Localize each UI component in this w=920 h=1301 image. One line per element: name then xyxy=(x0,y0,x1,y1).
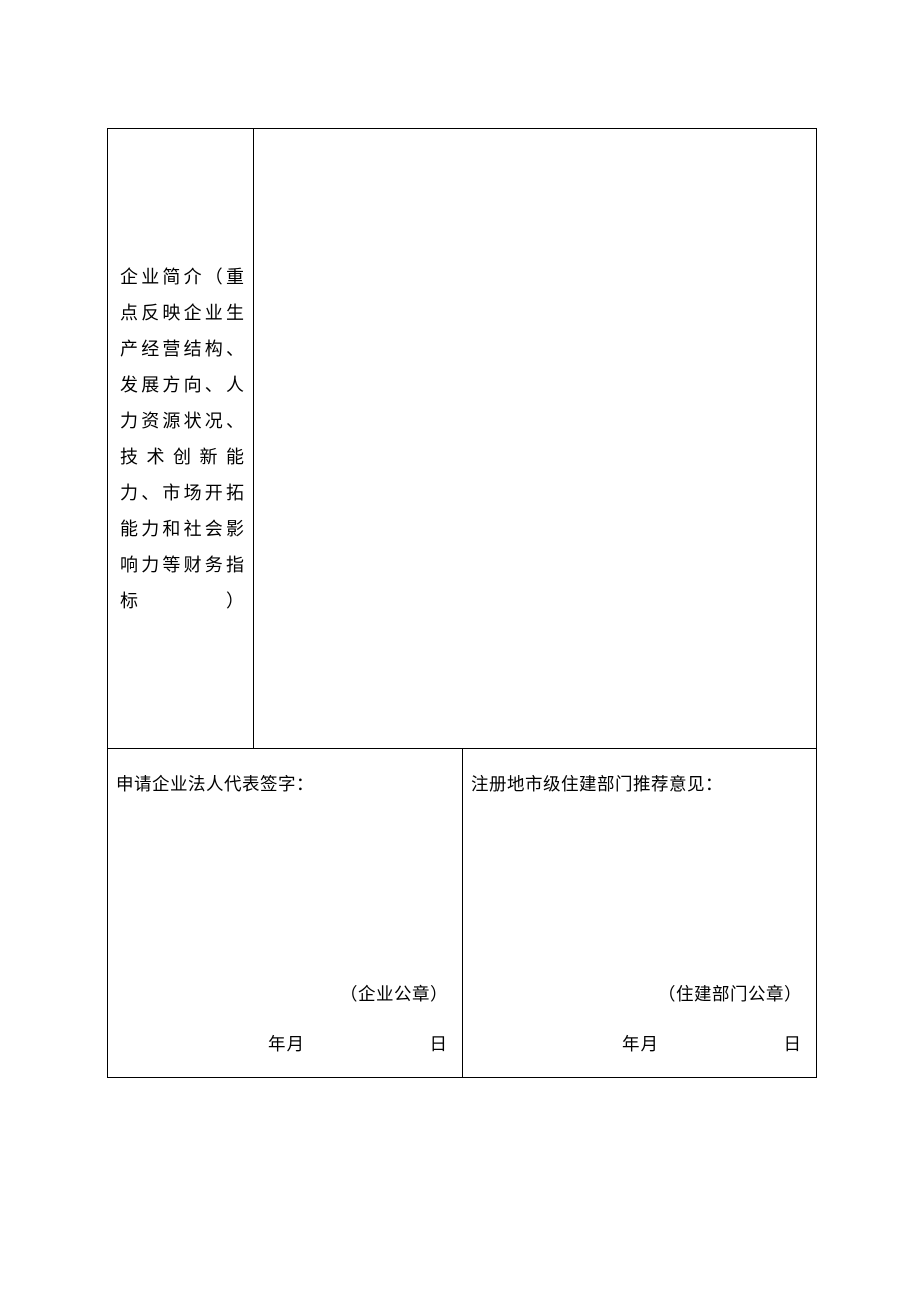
intro-label-text: 企业简介（重点反映企业生产经营结构、发展方向、人力资源状况、技术创新能力、市场开… xyxy=(120,259,245,619)
left-date-line: 年月 日 xyxy=(268,1031,448,1056)
left-date-ym: 年月 xyxy=(268,1031,305,1056)
intro-content-cell xyxy=(254,129,816,748)
left-seal-label: （企业公章） xyxy=(340,981,448,1006)
right-signature-title: 注册地市级住建部门推荐意见： xyxy=(471,771,723,796)
left-date-d: 日 xyxy=(430,1031,449,1056)
intro-label-cell: 企业简介（重点反映企业生产经营结构、发展方向、人力资源状况、技术创新能力、市场开… xyxy=(108,129,254,748)
intro-row: 企业简介（重点反映企业生产经营结构、发展方向、人力资源状况、技术创新能力、市场开… xyxy=(108,129,816,749)
right-date-ym: 年月 xyxy=(622,1031,659,1056)
signatures-row: 申请企业法人代表签字： （企业公章） 年月 日 注册地市级住建部门推荐意见： （… xyxy=(108,749,816,1077)
right-date-line: 年月 日 xyxy=(622,1031,802,1056)
signature-left-cell: 申请企业法人代表签字： （企业公章） 年月 日 xyxy=(108,749,463,1077)
right-seal-label: （住建部门公章） xyxy=(658,981,802,1006)
left-signature-title: 申请企业法人代表签字： xyxy=(116,771,314,796)
form-table: 企业简介（重点反映企业生产经营结构、发展方向、人力资源状况、技术创新能力、市场开… xyxy=(107,128,817,1078)
right-date-d: 日 xyxy=(784,1031,803,1056)
signature-right-cell: 注册地市级住建部门推荐意见： （住建部门公章） 年月 日 xyxy=(463,749,816,1077)
